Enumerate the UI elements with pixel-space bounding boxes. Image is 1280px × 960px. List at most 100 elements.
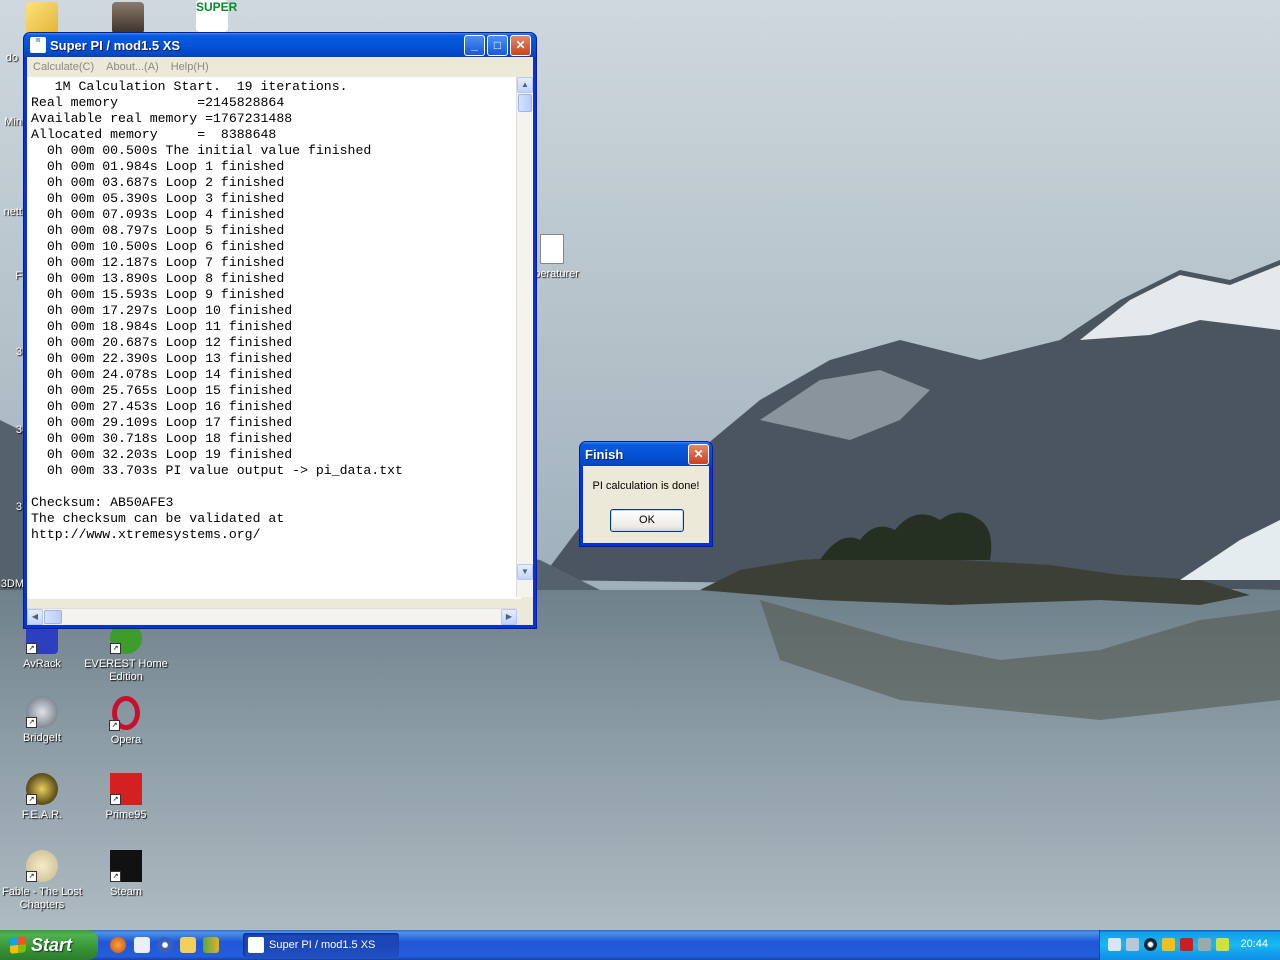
console-line: 0h 00m 27.453s Loop 16 finished [31,399,293,414]
vertical-scroll-thumb[interactable] [518,94,532,112]
dialog-close-button[interactable]: ✕ [688,444,709,465]
console-line: http://www.xtremesystems.org/ [31,527,261,542]
desktop-icon-steam[interactable]: ↗ Steam [84,850,168,899]
antivirus-icon[interactable] [1180,938,1193,951]
maximize-icon: □ [493,38,502,52]
tool-icon[interactable] [1198,938,1211,951]
console-line: 0h 00m 10.500s Loop 6 finished [31,239,285,254]
document-icon[interactable] [134,937,150,953]
console-line: 0h 00m 13.890s Loop 8 finished [31,271,285,286]
console-line: 0h 00m 00.500s The initial value finishe… [31,143,372,158]
firefox-icon[interactable] [110,937,126,953]
console-line: 0h 00m 01.984s Loop 1 finished [31,159,285,174]
desktop-label-partial: 3DM [0,578,24,590]
superpi-small-icon [248,937,264,953]
start-label: Start [31,934,73,955]
desktop-label-partial: 3 [15,501,22,513]
console-line: 0h 00m 15.593s Loop 9 finished [31,287,285,302]
desktop-icon-bridgeit[interactable]: ↗ BridgeIt [0,696,84,745]
shortcut-arrow-icon: ↗ [26,871,37,882]
clock[interactable]: 20:44 [1240,938,1268,950]
console-line: 0h 00m 30.718s Loop 18 finished [31,431,293,446]
folder-icon[interactable] [180,937,196,953]
superpi-menubar: Calculate(C) About...(A) Help(H) [27,57,533,78]
superpi-titlebar[interactable]: π Super PI / mod1.5 XS _ □ ✕ [24,33,536,57]
superpi-title: Super PI / mod1.5 XS [50,37,181,53]
desktop-icon-prime95[interactable]: ↗ Prime95 [84,773,168,822]
shield-icon[interactable] [1162,938,1175,951]
system-tray: 20:44 [1099,930,1280,960]
shortcut-arrow-icon: ↗ [26,717,37,728]
shortcut-arrow-icon: ↗ [26,643,37,654]
close-icon: ✕ [693,447,704,461]
desktop-label-partial: F [15,270,22,282]
scroll-right-button[interactable]: ▶ [501,609,517,625]
console-line: Allocated memory = 8388648 [31,127,277,142]
console-line: The checksum can be validated at [31,511,285,526]
minimize-icon: _ [471,38,478,52]
fable-icon: ↗ [26,850,58,882]
desktop-label-partial: 3 [15,346,22,358]
finish-dialog-message: PI calculation is done! [592,480,700,492]
desktop-icon-opera[interactable]: ↗ Opera [84,696,168,747]
fear-icon: ↗ [26,773,58,805]
volume-icon[interactable] [1126,938,1139,951]
desktop-label-partial: nett [3,206,22,218]
taskbar: Start Super PI / mod1.5 XS 20:44 [0,930,1280,960]
scroll-down-button[interactable]: ▼ [517,564,533,580]
console-line: 0h 00m 17.297s Loop 10 finished [31,303,293,318]
ok-button[interactable]: OK [610,509,684,532]
desktop-icon-fear[interactable]: ↗ F.E.A.R. [0,773,84,822]
bridgeit-icon: ↗ [26,696,58,728]
text-file-icon [540,234,564,264]
shortcut-arrow-icon: ↗ [110,871,121,882]
prime95-icon: ↗ [110,773,142,805]
console-line: Real memory =2145828864 [31,95,285,110]
superpi-app-icon: π [30,37,46,53]
menu-calculate[interactable]: Calculate(C) [27,61,100,73]
desktop-icon-fable[interactable]: ↗ Fable - The Lost Chapters [0,850,84,912]
taskbar-item-label: Super PI / mod1.5 XS [269,939,376,951]
people-icon[interactable] [203,937,219,953]
target-icon[interactable] [1144,938,1157,951]
taskbar-item-superpi[interactable]: Super PI / mod1.5 XS [243,933,399,957]
horizontal-scroll-thumb[interactable] [44,610,62,624]
start-button[interactable]: Start [0,930,98,960]
steam-icon: ↗ [110,850,142,882]
horizontal-scrollbar[interactable]: ◀ ▶ [27,608,517,625]
network-icon[interactable] [1108,938,1121,951]
minimize-button[interactable]: _ [464,35,485,56]
console-line: Available real memory =1767231488 [31,111,293,126]
scroll-up-button[interactable]: ▲ [517,77,533,93]
console-line: 0h 00m 18.984s Loop 11 finished [31,319,293,334]
console-line: 0h 00m 32.203s Loop 19 finished [31,447,293,462]
menu-help[interactable]: Help(H) [165,61,215,73]
desktop-icon-superpi[interactable]: SUPER [170,0,254,36]
resize-grip[interactable] [517,609,533,625]
desktop-icon-avrack[interactable]: ↗ AvRack [0,622,84,671]
media-player-icon[interactable] [157,937,173,953]
console-line: 0h 00m 05.390s Loop 3 finished [31,191,285,206]
maximize-button[interactable]: □ [487,35,508,56]
console-line: 0h 00m 25.765s Loop 15 finished [31,383,293,398]
finish-dialog-titlebar[interactable]: Finish ✕ [580,442,712,466]
finish-dialog-title: Finish [585,446,624,462]
console-line: 0h 00m 33.703s PI value output -> pi_dat… [31,463,403,478]
finish-dialog: Finish ✕ PI calculation is done! OK [580,442,712,546]
close-button[interactable]: ✕ [510,35,531,56]
superpi-window: π Super PI / mod1.5 XS _ □ ✕ Calculate(C… [24,33,536,628]
output-console[interactable]: 1M Calculation Start. 19 iterations. Real… [27,77,521,599]
vertical-scrollbar[interactable]: ▲ ▼ [516,77,533,597]
scroll-left-button[interactable]: ◀ [27,609,43,625]
desktop-icon-everest[interactable]: ↗ EVEREST Home Edition [84,622,168,684]
shortcut-arrow-icon: ↗ [110,643,121,654]
superpi-icon-text: SUPER [196,0,238,14]
battery-icon[interactable] [1216,938,1229,951]
console-line: 0h 00m 24.078s Loop 14 finished [31,367,293,382]
windows-logo-icon [10,936,26,954]
close-icon: ✕ [515,38,526,52]
menu-about[interactable]: About...(A) [100,61,165,73]
superpi-icon: SUPER [196,0,237,32]
desktop-label-partial: 3 [15,424,22,436]
